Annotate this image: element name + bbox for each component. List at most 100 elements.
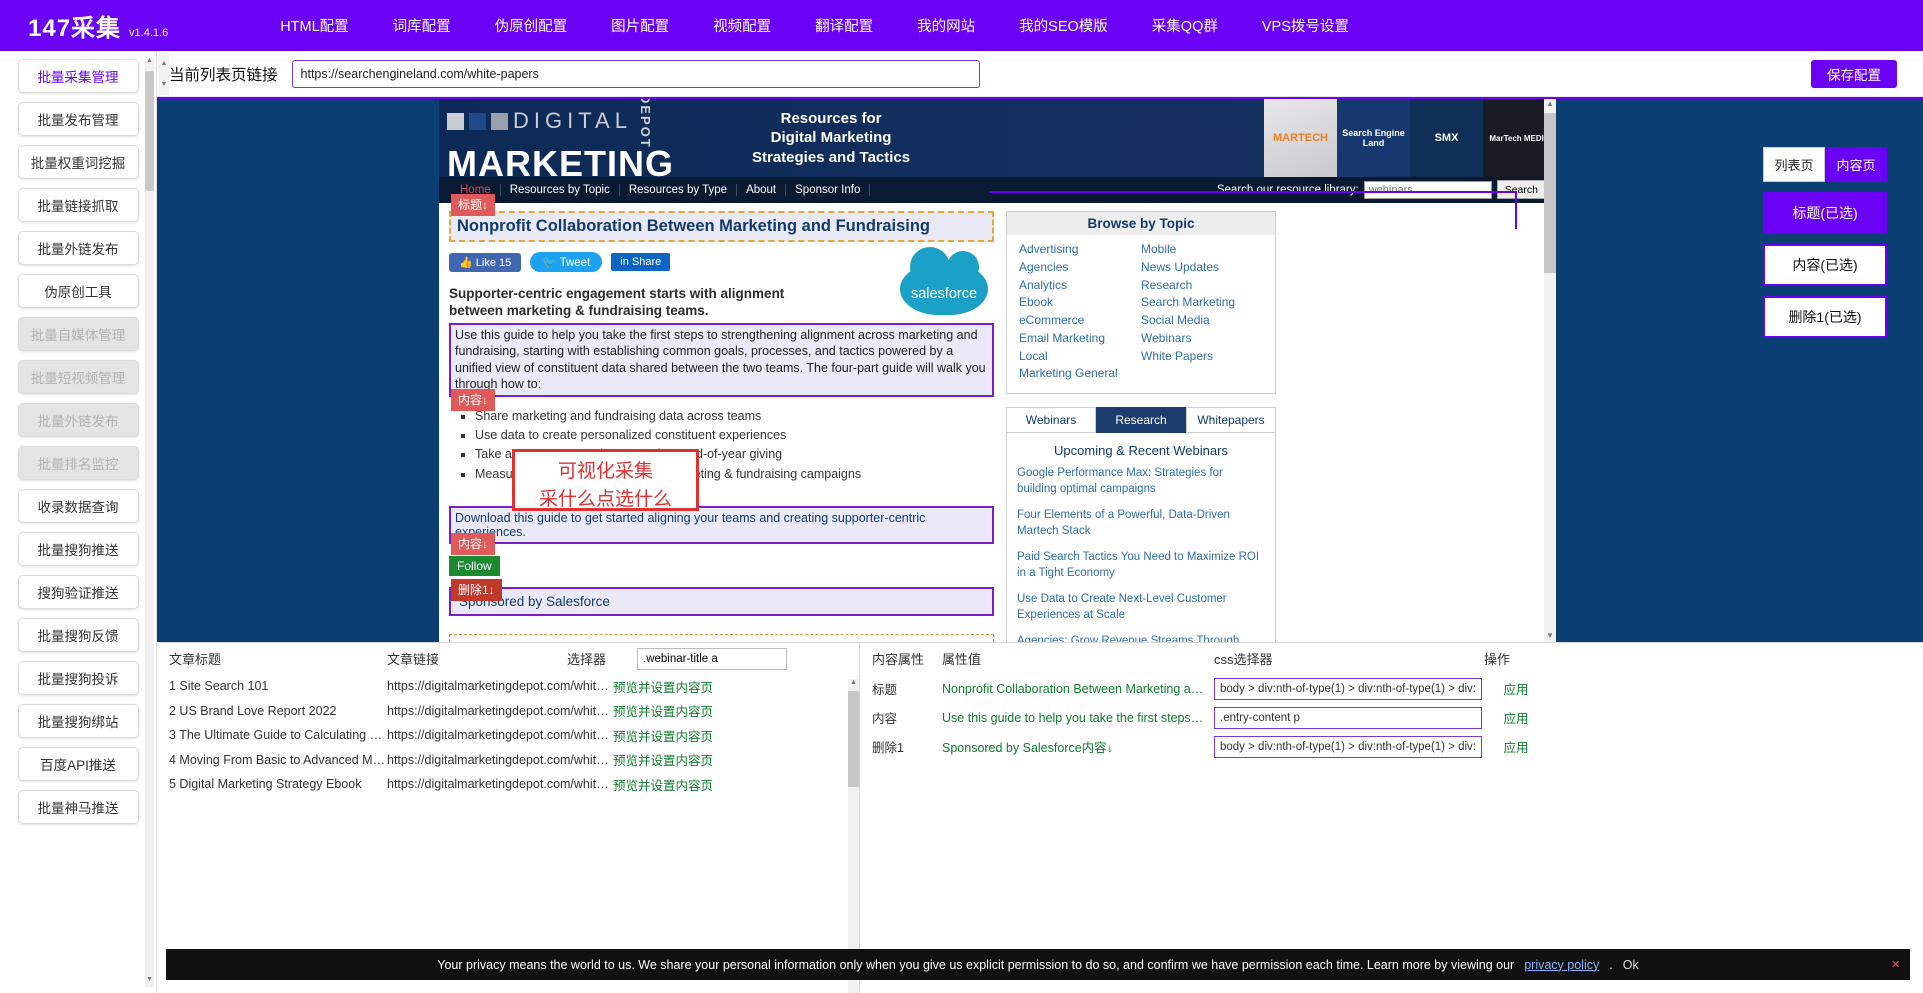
sidebar-item-14[interactable]: 批量搜狗反馈 — [18, 618, 139, 652]
css-selector-input-1[interactable] — [1214, 678, 1482, 700]
topnav-item-9[interactable]: 采集QQ群 — [1130, 9, 1240, 42]
cookie-ok-button[interactable]: Ok — [1623, 958, 1639, 972]
list-scroll-up-icon[interactable]: ▲ — [848, 679, 859, 691]
sidebar-item-11[interactable]: 收录数据查询 — [18, 489, 139, 523]
marker-content-2[interactable]: 内容↓ — [451, 533, 495, 555]
table-row[interactable]: 5 Digital Marketing Strategy Ebookhttps:… — [157, 772, 859, 797]
resource-tab-3[interactable]: Whitepapers — [1186, 407, 1276, 433]
row-preview-action[interactable]: 预览并设置内容页 — [613, 726, 713, 745]
topic-link-col1-3[interactable]: Analytics — [1019, 278, 1067, 292]
topnav-item-7[interactable]: 我的网站 — [895, 9, 997, 42]
table-row[interactable]: 4 Moving From Basic to Advanced Marketin… — [157, 748, 859, 773]
table-row[interactable]: 3 The Ultimate Guide to Calculating Mark… — [157, 723, 859, 748]
sidebar-scroll-thumb[interactable] — [145, 71, 154, 191]
sidebar-item-16[interactable]: 批量搜狗绑站 — [18, 704, 139, 738]
topic-link-col2-3[interactable]: Research — [1141, 278, 1192, 292]
topnav-item-2[interactable]: 词库配置 — [371, 9, 473, 42]
topnav-item-5[interactable]: 视频配置 — [691, 9, 793, 42]
sidebar-item-3[interactable]: 批量权重词挖掘 — [18, 145, 139, 179]
webinar-item-1[interactable]: Google Performance Max: Strategies for b… — [1017, 466, 1265, 497]
topic-link-col2-6[interactable]: Webinars — [1141, 331, 1191, 345]
topic-link-col1-6[interactable]: Email Marketing — [1019, 331, 1105, 345]
list-url-input[interactable] — [292, 60, 980, 88]
article-paragraph[interactable]: Use this guide to help you take the firs… — [449, 323, 994, 397]
topnav-item-6[interactable]: 翻译配置 — [793, 9, 895, 42]
article-title[interactable]: Nonprofit Collaboration Between Marketin… — [449, 211, 994, 242]
row-preview-action[interactable]: 预览并设置内容页 — [613, 775, 713, 794]
marker-title[interactable]: 标题↓ — [451, 194, 495, 216]
topic-link-col1-4[interactable]: Ebook — [1019, 295, 1053, 309]
spinner-up-icon[interactable]: ▲ — [159, 53, 169, 74]
css-selector-input-2[interactable] — [1214, 707, 1482, 729]
scroll-down-icon[interactable]: ▼ — [145, 976, 154, 987]
cookie-close-icon[interactable]: × — [1891, 956, 1900, 973]
page-type-list[interactable]: 列表页 — [1763, 147, 1825, 182]
sidebar-item-15[interactable]: 批量搜狗投诉 — [18, 661, 139, 695]
sidebar-item-17[interactable]: 百度API推送 — [18, 747, 139, 781]
sidebar-item-2[interactable]: 批量发布管理 — [18, 102, 139, 136]
list-selector-input[interactable] — [637, 648, 787, 670]
site-search-input[interactable] — [1364, 181, 1492, 199]
topnav-item-10[interactable]: VPS拨号设置 — [1240, 9, 1371, 42]
sidebar-item-13[interactable]: 搜狗验证推送 — [18, 575, 139, 609]
tweet-button[interactable]: 🐦 Tweet — [530, 252, 602, 272]
preview-scroll-down-icon[interactable]: ▼ — [1544, 631, 1556, 642]
topic-link-col1-1[interactable]: Advertising — [1019, 242, 1078, 256]
topic-link-col2-4[interactable]: Search Marketing — [1141, 295, 1235, 309]
webinar-item-5[interactable]: Agencies: Grow Revenue Streams Through W… — [1017, 634, 1265, 642]
webinar-item-3[interactable]: Paid Search Tactics You Need to Maximize… — [1017, 550, 1265, 581]
privacy-policy-link[interactable]: privacy policy — [1524, 958, 1599, 972]
topic-link-col2-5[interactable]: Social Media — [1141, 313, 1210, 327]
scroll-up-icon[interactable]: ▲ — [145, 57, 154, 68]
marker-delete-1[interactable]: 删除1↓ — [451, 579, 502, 601]
list-scroll-thumb[interactable] — [848, 691, 859, 787]
topic-link-col2-2[interactable]: News Updates — [1141, 260, 1219, 274]
topic-link-col2-1[interactable]: Mobile — [1141, 242, 1176, 256]
row-preview-action[interactable]: 预览并设置内容页 — [613, 750, 713, 769]
sidebar-item-1[interactable]: 批量采集管理 — [18, 59, 139, 93]
embedded-webpage[interactable]: DIGITAL DEPOT MARKETING Resources for Di… — [439, 99, 1556, 642]
table-row[interactable]: 2 US Brand Love Report 2022https://digit… — [157, 699, 859, 724]
topnav-item-1[interactable]: HTML配置 — [258, 9, 370, 42]
sidebar-scrollbar[interactable]: ▲ ▼ — [145, 57, 154, 987]
select-content-button[interactable]: 内容(已选) — [1763, 244, 1887, 286]
row-preview-action[interactable]: 预览并设置内容页 — [613, 701, 713, 720]
topic-link-col1-5[interactable]: eCommerce — [1019, 313, 1084, 327]
marker-content-1[interactable]: 内容↓ — [451, 389, 495, 411]
topnav-item-4[interactable]: 图片配置 — [589, 9, 691, 42]
sidebar-item-4[interactable]: 批量链接抓取 — [18, 188, 139, 222]
url-spinner[interactable]: ▲ ▼ — [159, 53, 169, 95]
apply-button-2[interactable]: 应用 — [1486, 708, 1546, 727]
sidebar-item-12[interactable]: 批量搜狗推送 — [18, 532, 139, 566]
topic-link-col1-8[interactable]: Marketing General — [1019, 366, 1118, 380]
topic-link-col1-2[interactable]: Agencies — [1019, 260, 1068, 274]
topic-link-col1-7[interactable]: Local — [1019, 349, 1048, 363]
facebook-like-button[interactable]: 👍 Like 15 — [449, 253, 521, 272]
linkedin-share-button[interactable]: in Share — [611, 253, 670, 271]
table-row[interactable]: 1 Site Search 101https://digitalmarketin… — [157, 674, 859, 699]
preview-scroll-up-icon[interactable]: ▲ — [1544, 99, 1556, 112]
site-nav-sponsor-info[interactable]: Sponsor Info — [786, 184, 870, 196]
sidebar-item-5[interactable]: 批量外链发布 — [18, 231, 139, 265]
resource-tab-2[interactable]: Research — [1096, 407, 1186, 433]
spinner-down-icon[interactable]: ▼ — [159, 74, 169, 95]
apply-button-3[interactable]: 应用 — [1486, 737, 1546, 756]
webinar-item-4[interactable]: Use Data to Create Next-Level Customer E… — [1017, 592, 1265, 623]
css-selector-input-3[interactable] — [1214, 736, 1482, 758]
preview-scrollbar[interactable]: ▲ ▼ — [1544, 99, 1556, 642]
article-list-scrollbar[interactable]: ▲ ▼ — [848, 679, 859, 993]
sidebar-item-6[interactable]: 伪原创工具 — [18, 274, 139, 308]
select-delete1-button[interactable]: 删除1(已选) — [1763, 296, 1887, 338]
resource-tab-1[interactable]: Webinars — [1006, 407, 1096, 433]
sponsored-block[interactable]: Sponsored by Salesforce — [449, 587, 994, 616]
save-config-button[interactable]: 保存配置 — [1811, 60, 1897, 88]
row-preview-action[interactable]: 预览并设置内容页 — [613, 677, 713, 696]
site-nav-about[interactable]: About — [737, 184, 786, 196]
select-title-button[interactable]: 标题(已选) — [1763, 192, 1887, 234]
apply-button-1[interactable]: 应用 — [1486, 679, 1546, 698]
site-nav-resources-by-type[interactable]: Resources by Type — [620, 184, 737, 196]
preview-scroll-thumb[interactable] — [1544, 113, 1556, 273]
topnav-item-8[interactable]: 我的SEO模版 — [997, 9, 1130, 42]
webinar-item-2[interactable]: Four Elements of a Powerful, Data-Driven… — [1017, 508, 1265, 539]
sidebar-item-18[interactable]: 批量神马推送 — [18, 790, 139, 824]
